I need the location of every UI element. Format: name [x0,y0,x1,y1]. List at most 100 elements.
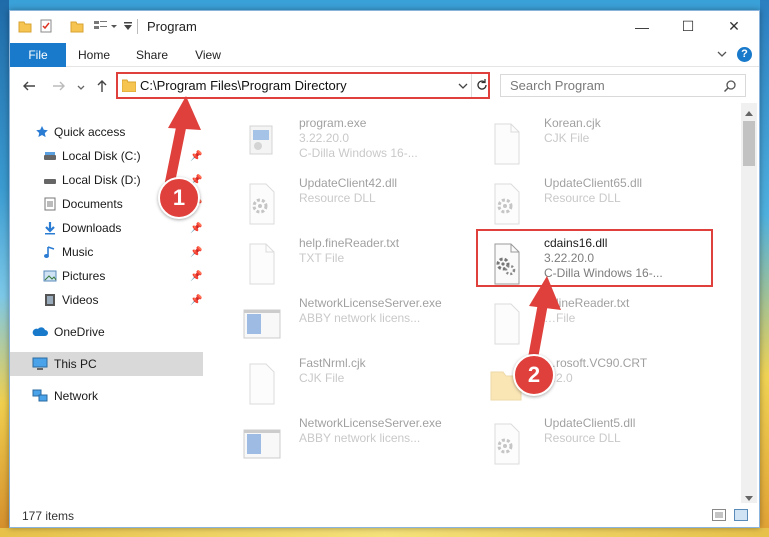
folder-icon[interactable] [18,19,32,33]
file-type: TXT File [299,251,345,265]
tab-share[interactable]: Share [128,43,176,67]
file-description: ABBY network licens... [299,311,421,325]
nav-downloads[interactable]: Downloads 📌 [10,216,203,240]
details-view-icon[interactable] [712,509,726,524]
pin-icon[interactable]: 📌 [190,151,202,162]
forward-arrow-icon[interactable] [50,77,68,95]
nav-network[interactable]: Network [10,384,203,408]
nav-quick-access[interactable]: Quick access [10,120,203,144]
nav-label: Quick access [54,125,126,139]
pin-icon[interactable]: 📌 [190,247,202,258]
back-arrow-icon[interactable] [20,77,38,95]
onedrive-icon [32,325,48,339]
maximize-button[interactable]: ☐ [665,11,711,42]
file-item-korean-cjk[interactable]: Korean.cjk CJK File [475,116,720,174]
tab-file[interactable]: File [10,43,66,67]
drive-icon [43,149,59,163]
file-item-help-finereader-txt[interactable]: help.fineReader.txt TXT File [230,236,475,294]
file-name: …rosoft.VC90.CRT [544,356,648,370]
qat-dropdown-icon[interactable] [123,21,133,31]
large-icons-view-icon[interactable] [734,509,748,524]
nav-music[interactable]: Music 📌 [10,240,203,264]
file-type: CJK File [299,371,345,385]
address-bar[interactable]: C:\Program Files\Program Directory [116,72,490,99]
file-item-updateclient5-dll[interactable]: UpdateClient5.dll Resource DLL [475,416,720,474]
nav-this-pc[interactable]: This PC [10,352,203,376]
music-icon [43,245,59,259]
nav-videos[interactable]: Videos 📌 [10,288,203,312]
file-item-finereader-txt[interactable]: …lineReader.txt …File [475,296,720,354]
file-item-microsoft-vc90-crt[interactable]: …rosoft.VC90.CRT …2.0 [475,356,720,414]
address-divider [471,74,472,97]
search-input[interactable]: Search Program [510,78,605,93]
file-name: NetworkLicenseServer.exe [299,416,442,430]
cdains16-highlight [476,229,713,287]
properties-icon[interactable] [39,19,53,33]
file-name: Korean.cjk [544,116,601,130]
help-icon[interactable]: ? [737,47,752,62]
scroll-up-icon[interactable] [744,106,754,120]
step-1-callout: 1 [158,177,200,219]
nav-label: This PC [54,357,97,371]
window-title: Program [147,19,197,34]
network-icon [32,389,48,403]
address-path[interactable]: C:\Program Files\Program Directory [140,78,347,93]
file-type: Resource DLL [544,191,621,205]
address-dropdown-icon[interactable] [458,80,468,94]
downloads-icon [43,221,59,235]
customize-toolbar-icon[interactable] [93,19,119,33]
search-icon[interactable] [723,79,737,96]
file-name: UpdateClient65.dll [544,176,643,190]
navigation-pane: Quick access Local Disk (C:) 📌 Local Dis… [10,103,210,503]
nav-label: Music [62,245,94,259]
this-pc-icon [32,357,48,371]
blank-file-icon [483,300,527,348]
nav-label: Network [54,389,99,403]
address-folder-icon [121,79,137,95]
nav-label: Documents [62,197,123,211]
file-type: Resource DLL [544,431,621,445]
desktop-wallpaper-left [0,0,9,537]
scroll-thumb[interactable] [743,121,755,166]
file-item-fastnrml-cjk[interactable]: FastNrml.cjk CJK File [230,356,475,414]
ribbon-tabs: File Home Share View ? [10,43,759,67]
nav-label: Videos [62,293,99,307]
scroll-down-icon[interactable] [744,492,754,506]
nav-label: Pictures [62,269,106,283]
file-item-updateclient42-dll[interactable]: UpdateClient42.dll Resource DLL [230,176,475,234]
file-type: Resource DLL [299,191,376,205]
vertical-scrollbar[interactable] [741,103,757,503]
file-name: help.fineReader.txt [299,236,400,250]
recent-locations-icon[interactable] [72,79,90,97]
status-bar: 177 items [10,505,759,527]
file-name: UpdateClient42.dll [299,176,398,190]
up-arrow-icon[interactable] [93,77,111,95]
minimize-button[interactable]: — [619,11,665,42]
file-name: NetworkLicenseServer.exe [299,296,442,310]
star-icon [35,125,51,139]
pin-icon[interactable]: 📌 [190,295,202,306]
file-type: …File [544,311,576,325]
nav-onedrive[interactable]: OneDrive [10,320,203,344]
pin-icon[interactable]: 📌 [190,223,202,234]
desktop-wallpaper-right [760,0,769,537]
file-name: UpdateClient5.dll [544,416,636,430]
nav-local-disk-c[interactable]: Local Disk (C:) 📌 [10,144,203,168]
file-type: CJK File [544,131,590,145]
file-name: program.exe [299,116,367,130]
file-item-networklicenseserver-exe[interactable]: NetworkLicenseServer.exe ABBY network li… [230,296,475,354]
item-count: 177 items [22,509,75,523]
file-item-updateclient65-dll[interactable]: UpdateClient65.dll Resource DLL [475,176,720,234]
tab-home[interactable]: Home [70,43,118,67]
search-box[interactable]: Search Program [500,74,746,97]
expand-ribbon-icon[interactable] [716,48,728,63]
pin-icon[interactable]: 📌 [190,271,202,282]
tab-view[interactable]: View [184,43,232,67]
file-item-program-exe[interactable]: program.exe 3.22.20.0 C-Dilla Windows 16… [230,116,475,174]
close-button[interactable]: ✕ [711,11,757,42]
nav-pictures[interactable]: Pictures 📌 [10,264,203,288]
new-folder-icon[interactable] [70,19,84,33]
app-window-icon [238,300,282,348]
file-item-networklicenseserver-exe-2[interactable]: NetworkLicenseServer.exe ABBY network li… [230,416,475,474]
refresh-icon[interactable] [475,78,489,95]
